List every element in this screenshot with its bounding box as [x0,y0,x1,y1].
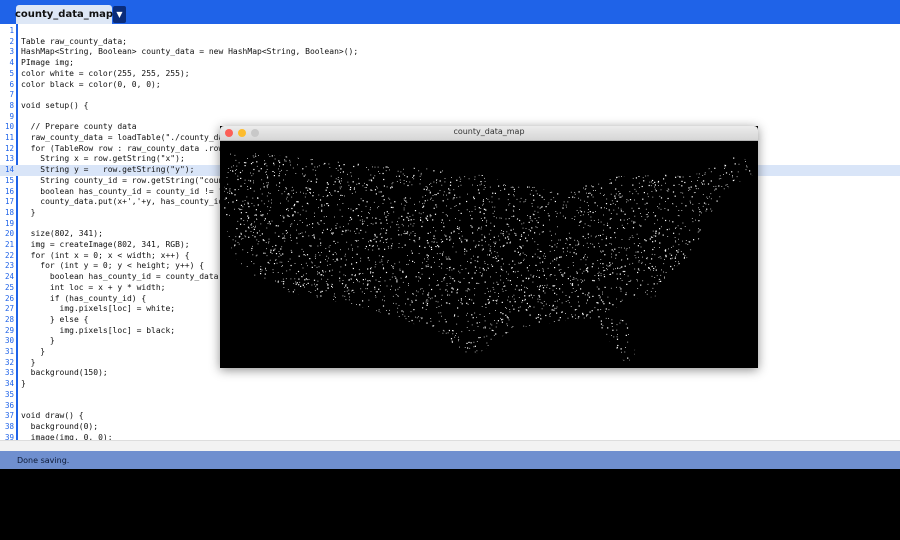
line-number: 1 [9,26,14,35]
line-number: 32 [4,357,14,367]
code-text: void draw() { [21,411,84,421]
tab-menu-arrow-icon[interactable]: ▼ [113,6,126,23]
line-number: 30 [4,336,14,346]
code-text: } [21,357,36,367]
console-area[interactable] [0,469,900,540]
code-text: background(150); [21,368,108,378]
line-number: 31 [4,347,14,356]
code-line[interactable]: 3 HashMap<String, Boolean> county_data = … [0,47,900,58]
code-line[interactable]: 39 image(img, 0, 0); [0,433,900,440]
code-text: if (has_county_id) { [21,293,147,303]
code-text: image(img, 0, 0); [21,432,113,440]
line-number: 18 [4,207,14,217]
code-line[interactable]: 38 background(0); [0,422,900,433]
code-text: } [21,336,55,346]
code-text: } [21,207,36,217]
code-text: } [21,347,46,356]
line-number: 8 [9,100,14,110]
line-number: 36 [4,400,14,410]
line-number: 38 [4,421,14,431]
code-text: // Prepare county data [21,122,137,132]
code-line[interactable]: 8 void setup() { [0,101,900,112]
line-number: 3 [9,47,14,57]
code-text: raw_county_data = loadTable("./county_da… [21,133,229,142]
line-number: 39 [4,432,14,440]
code-text: boolean has_county_id = county_id != " [21,186,224,196]
line-number: 33 [4,368,14,378]
code-text: img.pixels[loc] = white; [21,304,176,314]
line-number: 9 [9,111,14,121]
line-number: 10 [4,122,14,132]
status-message: Done saving. [17,455,70,465]
code-line[interactable]: 35 [0,390,900,401]
line-number: 25 [4,282,14,292]
line-number: 26 [4,293,14,303]
line-number: 24 [4,272,14,282]
line-number: 16 [4,186,14,196]
line-number: 11 [4,133,14,142]
code-text: void setup() { [21,100,89,110]
code-line[interactable]: 36 [0,401,900,412]
sketch-window-titlebar[interactable]: county_data_map [220,126,758,141]
code-text: } [21,379,26,389]
code-text: color black = color(0, 0, 0); [21,79,161,89]
line-number: 35 [4,389,14,399]
us-county-dot-map [220,141,758,368]
code-text: boolean has_county_id = county_data.g [21,272,229,282]
code-text: background(0); [21,421,99,431]
line-number: 28 [4,314,14,324]
line-number: 27 [4,304,14,314]
map-background [220,141,758,368]
code-text: size(802, 341); [21,229,103,239]
sketch-window[interactable]: county_data_map [220,126,758,368]
line-number: 22 [4,250,14,260]
code-line[interactable]: 2 Table raw_county_data; [0,37,900,48]
code-text: String county_id = row.getString("count [21,175,229,185]
code-text: img = createImage(802, 341, RGB); [21,240,190,249]
code-text: String x = row.getString("x"); [21,154,185,164]
code-line[interactable]: 1 [0,26,900,37]
code-text: int loc = x + y * width; [21,282,166,292]
code-text: for (int y = 0; y < height; y++) { [21,261,205,271]
status-bar: Done saving. [0,451,900,469]
sketch-window-title: county_data_map [453,127,525,136]
code-text: Table raw_county_data; [21,36,127,46]
code-text: HashMap<String, Boolean> county_data = n… [21,47,359,57]
line-number: 17 [4,197,14,207]
line-number: 19 [4,218,14,228]
line-number: 21 [4,240,14,249]
line-number: 12 [4,143,14,153]
line-number: 34 [4,379,14,389]
code-text: for (TableRow row : raw_county_data .row… [21,143,229,153]
code-line[interactable]: 33 background(150); [0,368,900,379]
line-number: 29 [4,325,14,335]
code-line[interactable]: 5 color white = color(255, 255, 255); [0,69,900,80]
code-text: PImage img; [21,58,74,68]
code-line[interactable]: 6 color black = color(0, 0, 0); [0,80,900,91]
line-number: 2 [9,36,14,46]
line-number: 7 [9,90,14,100]
code-text: county_data.put(x+','+y, has_county_id) [21,197,229,207]
code-text: String y = row.getString("y"); [21,165,195,175]
code-line[interactable]: 9 [0,112,900,123]
line-number: 37 [4,411,14,421]
line-number: 15 [4,175,14,185]
code-line[interactable]: 37 void draw() { [0,411,900,422]
code-text: for (int x = 0; x < width; x++) { [21,250,190,260]
line-number: 20 [4,229,14,239]
code-text: } else { [21,314,89,324]
tab-bar: county_data_map ▼ [0,0,900,24]
line-number: 13 [4,154,14,164]
code-line[interactable]: 34} [0,379,900,390]
code-line[interactable]: 4 PImage img; [0,58,900,69]
line-number: 23 [4,261,14,271]
line-number: 6 [9,79,14,89]
line-number: 4 [9,58,14,68]
line-number: 14 [4,165,14,175]
tab-county-data-map[interactable]: county_data_map [15,5,113,24]
code-text: img.pixels[loc] = black; [21,325,176,335]
code-text: color white = color(255, 255, 255); [21,68,190,78]
code-line[interactable]: 7 [0,90,900,101]
line-number: 5 [9,68,14,78]
